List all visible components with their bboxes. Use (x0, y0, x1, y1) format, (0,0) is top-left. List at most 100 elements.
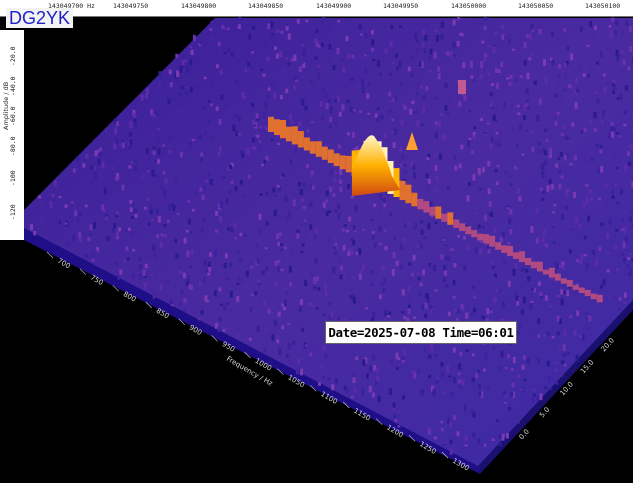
noise-cell (511, 368, 514, 371)
noise-cell (280, 95, 283, 99)
noise-cell (548, 388, 551, 390)
noise-cell (435, 121, 438, 125)
noise-cell (437, 61, 440, 67)
noise-cell (570, 53, 573, 60)
noise-cell (453, 348, 456, 353)
noise-cell (134, 124, 137, 128)
noise-cell (536, 115, 539, 121)
noise-cell (540, 188, 543, 191)
noise-cell (571, 123, 574, 127)
noise-cell (365, 99, 368, 104)
noise-cell (291, 249, 294, 256)
noise-cell (595, 91, 598, 94)
noise-cell (285, 57, 288, 59)
noise-cell (582, 334, 585, 341)
noise-cell (344, 27, 347, 30)
noise-cell (499, 356, 502, 363)
noise-cell (399, 26, 402, 28)
noise-cell (316, 29, 319, 33)
noise-cell (347, 184, 350, 189)
noise-cell (472, 354, 475, 357)
noise-cell (305, 106, 308, 111)
noise-cell (383, 288, 386, 292)
noise-cell (329, 187, 332, 193)
noise-cell (605, 81, 608, 85)
noise-cell (145, 163, 148, 169)
noise-cell (490, 93, 493, 97)
noise-cell (393, 252, 396, 258)
noise-cell (361, 389, 364, 396)
noise-cell (300, 299, 303, 305)
noise-cell (419, 61, 422, 67)
noise-cell (399, 61, 402, 68)
noise-cell (315, 227, 318, 234)
noise-cell (426, 174, 429, 178)
noise-cell (377, 60, 380, 67)
noise-cell (257, 258, 260, 264)
noise-cell (163, 224, 166, 227)
noise-cell (499, 139, 502, 144)
noise-cell (543, 230, 546, 236)
noise-cell (416, 91, 419, 96)
noise-cell (557, 157, 560, 159)
noise-cell (77, 166, 80, 168)
noise-cell (190, 231, 193, 233)
noise-cell (565, 190, 568, 197)
noise-cell (392, 36, 395, 39)
noise-cell (440, 254, 443, 260)
noise-cell (225, 103, 228, 108)
noise-cell (334, 171, 337, 175)
noise-cell (557, 332, 560, 336)
noise-cell (521, 268, 524, 272)
noise-cell (418, 277, 421, 280)
noise-cell (211, 136, 214, 138)
noise-cell (177, 240, 180, 242)
noise-cell (313, 277, 316, 284)
noise-cell (115, 177, 118, 181)
signal-bar (597, 295, 603, 303)
noise-cell (391, 118, 394, 121)
noise-cell (256, 247, 259, 251)
noise-cell (408, 286, 411, 291)
noise-cell (473, 79, 476, 82)
noise-cell (517, 188, 520, 195)
noise-cell (541, 198, 544, 201)
noise-cell (627, 257, 630, 260)
noise-cell (271, 34, 274, 36)
noise-cell (432, 389, 435, 396)
noise-cell (615, 229, 618, 231)
noise-cell (71, 201, 74, 203)
noise-cell (412, 370, 415, 374)
noise-cell (411, 55, 414, 59)
noise-cell (468, 182, 471, 186)
noise-cell (167, 220, 170, 223)
noise-cell (188, 285, 191, 289)
noise-cell (208, 262, 211, 267)
noise-cell (394, 419, 397, 423)
noise-cell (297, 19, 300, 24)
noise-cell (623, 124, 626, 127)
noise-cell (199, 39, 202, 45)
noise-cell (470, 313, 473, 315)
noise-cell (466, 246, 469, 250)
signal-bar (268, 117, 274, 132)
noise-cell (600, 87, 603, 91)
noise-cell (153, 147, 156, 149)
noise-cell (249, 307, 252, 313)
noise-cell (351, 70, 354, 75)
signal-bar (567, 280, 573, 287)
noise-cell (202, 218, 205, 222)
noise-cell (139, 274, 142, 280)
noise-cell (112, 228, 115, 232)
noise-cell (147, 170, 150, 173)
noise-cell (134, 166, 137, 170)
noise-cell (507, 242, 510, 245)
noise-cell (482, 167, 485, 172)
noise-cell (587, 216, 590, 222)
noise-cell (521, 310, 524, 315)
noise-cell (153, 151, 156, 155)
noise-cell (545, 244, 548, 248)
noise-cell (420, 85, 423, 89)
noise-cell (453, 280, 456, 286)
noise-cell (353, 225, 356, 230)
